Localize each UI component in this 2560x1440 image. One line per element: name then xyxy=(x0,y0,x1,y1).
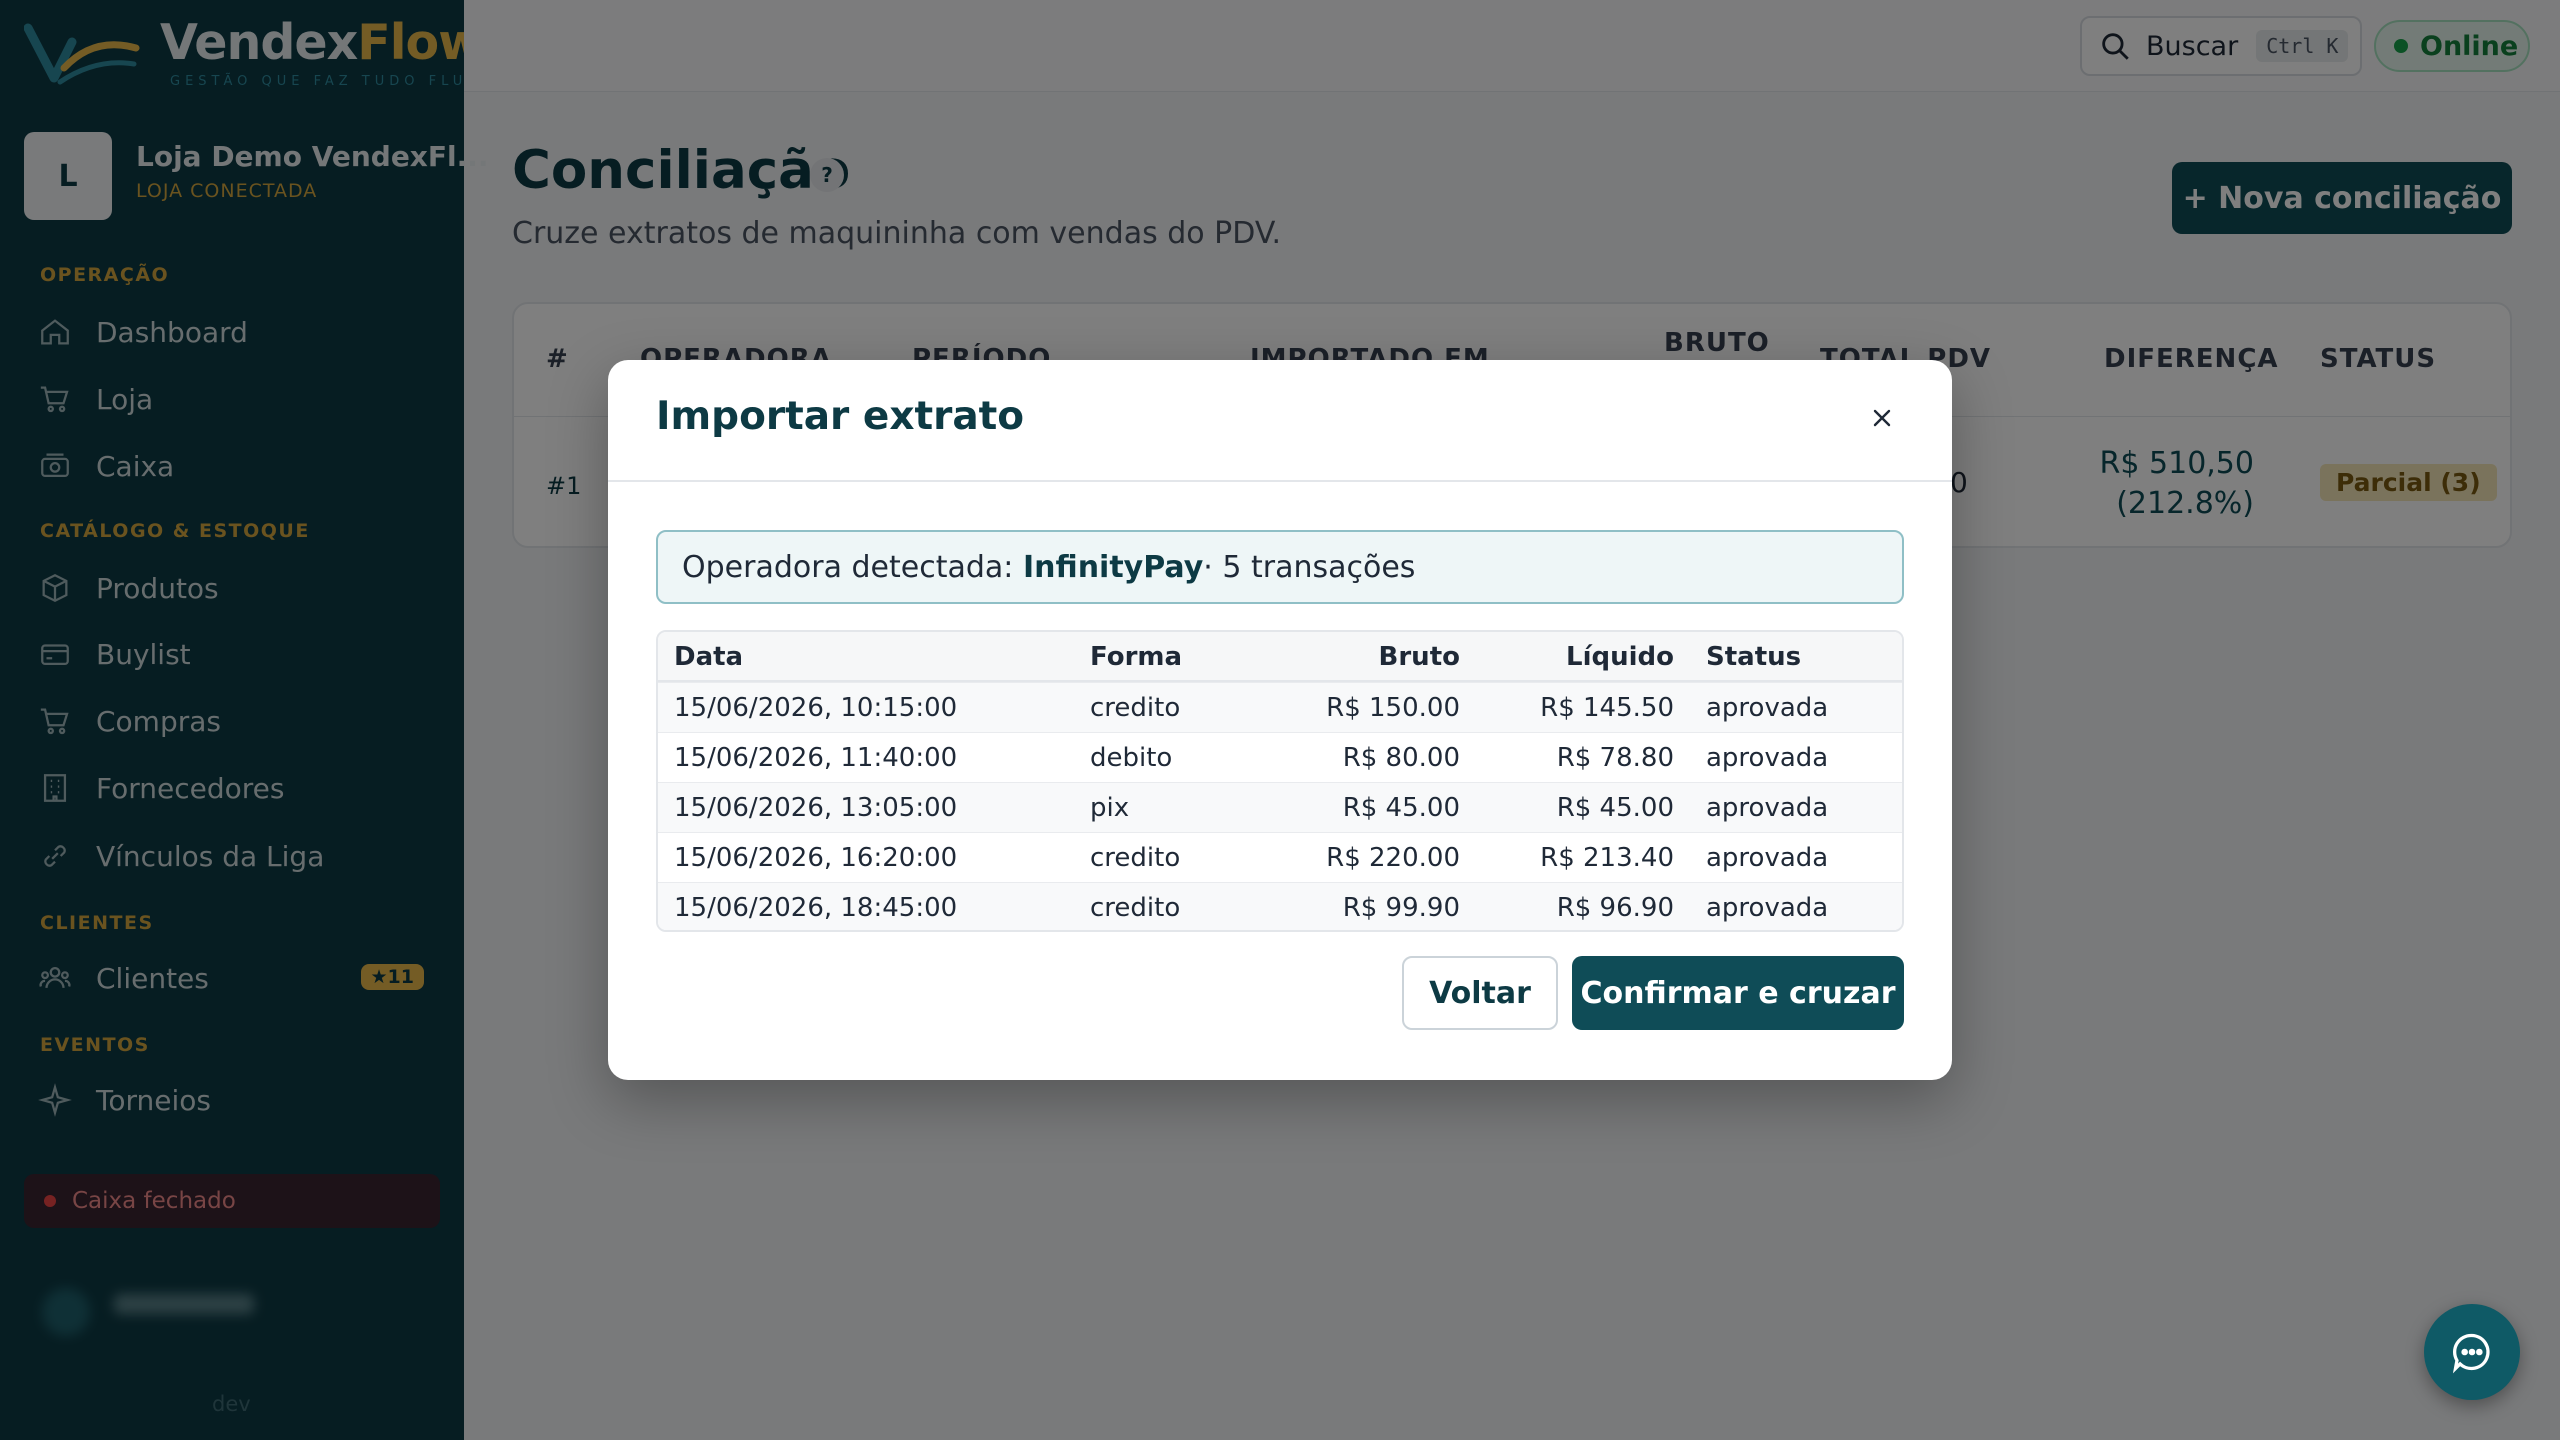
back-button[interactable]: Voltar xyxy=(1402,956,1558,1030)
cell-bruto: R$ 80.00 xyxy=(1342,743,1460,773)
cell-status: aprovada xyxy=(1706,743,1829,773)
table-row: 15/06/2026, 18:45:00 credito R$ 99.90 R$… xyxy=(658,882,1902,930)
cell-liquido: R$ 96.90 xyxy=(1556,893,1674,923)
cell-liquido: R$ 78.80 xyxy=(1556,743,1674,773)
cell-status: aprovada xyxy=(1706,893,1829,923)
close-button[interactable] xyxy=(1864,400,1900,436)
cell-status: aprovada xyxy=(1706,693,1829,723)
column-header-data: Data xyxy=(674,642,744,672)
column-header-liquido: Líquido xyxy=(1566,642,1674,672)
cell-data: 15/06/2026, 18:45:00 xyxy=(674,893,958,923)
operator-detected-banner: Operadora detectada: InfinityPay · 5 tra… xyxy=(656,530,1904,604)
table-row: 15/06/2026, 11:40:00 debito R$ 80.00 R$ … xyxy=(658,732,1902,782)
cell-forma: pix xyxy=(1090,793,1130,823)
cell-liquido: R$ 45.00 xyxy=(1556,793,1674,823)
table-row: 15/06/2026, 10:15:00 credito R$ 150.00 R… xyxy=(658,682,1902,732)
table-row: 15/06/2026, 13:05:00 pix R$ 45.00 R$ 45.… xyxy=(658,782,1902,832)
column-header-forma: Forma xyxy=(1090,642,1183,672)
cell-bruto: R$ 99.90 xyxy=(1342,893,1460,923)
cell-data: 15/06/2026, 11:40:00 xyxy=(674,743,958,773)
cell-bruto: R$ 220.00 xyxy=(1326,843,1460,873)
table-header-row: Data Forma Bruto Líquido Status xyxy=(658,632,1902,682)
cell-liquido: R$ 213.40 xyxy=(1540,843,1674,873)
cell-data: 15/06/2026, 16:20:00 xyxy=(674,843,958,873)
column-header-status: Status xyxy=(1706,642,1802,672)
close-icon xyxy=(1873,409,1891,427)
chat-bubble-icon xyxy=(2452,1333,2490,1374)
column-header-bruto: Bruto xyxy=(1378,642,1460,672)
detect-prefix: Operadora detectada: xyxy=(682,549,1014,585)
transactions-table: Data Forma Bruto Líquido Status 15/06/20… xyxy=(656,630,1904,932)
cell-status: aprovada xyxy=(1706,843,1829,873)
operator-name: InfinityPay xyxy=(1022,549,1204,585)
cell-forma: credito xyxy=(1090,843,1181,873)
import-statement-modal: Importar extrato Operadora detectada: In… xyxy=(608,360,1952,1080)
table-row: 15/06/2026, 16:20:00 credito R$ 220.00 R… xyxy=(658,832,1902,882)
cell-liquido: R$ 145.50 xyxy=(1540,693,1674,723)
cell-forma: credito xyxy=(1090,693,1181,723)
chat-button[interactable] xyxy=(2424,1304,2520,1400)
transaction-count: · 5 transações xyxy=(1203,549,1416,585)
divider xyxy=(608,480,1952,482)
cell-status: aprovada xyxy=(1706,793,1829,823)
cell-data: 15/06/2026, 13:05:00 xyxy=(674,793,958,823)
cell-forma: debito xyxy=(1090,743,1173,773)
cell-bruto: R$ 45.00 xyxy=(1342,793,1460,823)
cell-bruto: R$ 150.00 xyxy=(1326,693,1460,723)
confirm-and-match-button[interactable]: Confirmar e cruzar xyxy=(1572,956,1904,1030)
cell-forma: credito xyxy=(1090,893,1181,923)
cell-data: 15/06/2026, 10:15:00 xyxy=(674,693,958,723)
modal-title: Importar extrato xyxy=(656,394,1025,439)
